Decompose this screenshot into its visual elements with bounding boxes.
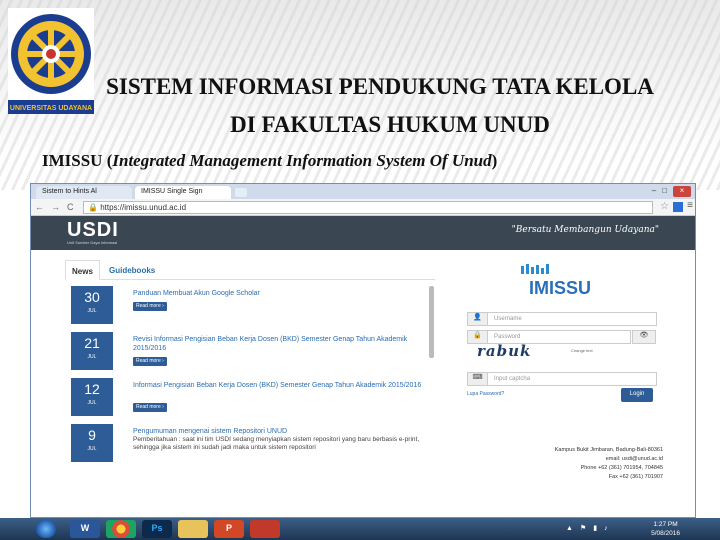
maximize-icon[interactable]: □ [662, 186, 673, 195]
flag-icon[interactable]: ⚑ [580, 525, 593, 532]
browser-tabstrip: Sistem to Hints Al IMISSU Single Sign –□… [31, 184, 695, 199]
change-captcha-link[interactable]: Change text [571, 348, 593, 353]
photoshop-icon[interactable]: Ps [142, 520, 172, 538]
media-app-icon[interactable] [250, 520, 280, 538]
clock-date: 5/08/2016 [651, 530, 680, 537]
contact-address: Kampus Bukit Jimbaran, Badung-Bali-80361… [554, 447, 663, 480]
news-item: 12 JUL Informasi Pengisian Beban Kerja Do… [71, 378, 431, 424]
reload-icon[interactable]: C [67, 202, 74, 212]
slide-subtitle: IMISSU (Integrated Management Informatio… [42, 151, 498, 170]
news-excerpt: Pemberitahuan : saat ini tim USDI sedang… [133, 436, 420, 451]
news-date: 9 JUL [71, 424, 113, 462]
url-text: https://imissu.unud.ac.id [100, 203, 187, 212]
url-field[interactable]: 🔒 https://imissu.unud.ac.id [83, 201, 653, 214]
tab-news[interactable]: News [65, 260, 100, 280]
read-more-button[interactable]: Read more › [133, 403, 167, 412]
captcha-image: rabuk [477, 342, 532, 360]
network-icon[interactable]: ▮ [593, 525, 604, 532]
new-tab-button[interactable] [235, 188, 247, 197]
close-icon[interactable]: × [673, 186, 691, 197]
read-more-button[interactable]: Read more › [133, 357, 167, 366]
system-tray: ▲⚑▮♪ [566, 524, 615, 532]
keyboard-icon: ⌨ [468, 373, 488, 385]
read-more-button[interactable]: Read more › [133, 302, 167, 311]
chrome-icon[interactable] [106, 520, 136, 538]
news-item: 30 JUL Panduan Membuat Akun Google Schola… [71, 286, 431, 332]
news-item: 21 JUL Revisi Informasi Pengisian Beban K… [71, 332, 431, 378]
news-date: 21 JUL [71, 332, 113, 370]
news-tabs: News Guidebooks [65, 260, 435, 280]
news-title[interactable]: Pengumuman mengenai sistem Repositori UN… [133, 427, 423, 436]
username-field[interactable]: 👤 Username [467, 312, 657, 326]
login-button[interactable]: Login [621, 388, 653, 402]
site-motto: "Bersatu Membangun Udayana" [511, 225, 659, 235]
bookmark-star-icon[interactable]: ☆ [660, 201, 669, 212]
news-title[interactable]: Informasi Pengisian Beban Kerja Dosen (B… [133, 381, 423, 390]
captcha-input[interactable]: ⌨ Input captcha [467, 372, 657, 386]
news-scrollbar[interactable] [429, 286, 434, 358]
taskbar-clock[interactable]: 1:27 PM 5/08/2016 [651, 520, 680, 538]
news-date: 30 JUL [71, 286, 113, 324]
volume-icon[interactable]: ♪ [604, 525, 615, 532]
lock-icon: 🔒 [88, 203, 98, 212]
window-controls: –□ × [652, 186, 691, 197]
tab-guidebooks[interactable]: Guidebooks [103, 260, 161, 280]
address-bar-row: ← → C 🔒 https://imissu.unud.ac.id ☆ ≡ [31, 199, 695, 216]
imissu-logo: IMISSU [517, 262, 603, 298]
taskbar: W Ps P ▲⚑▮♪ 1:27 PM 5/08/2016 [0, 518, 720, 540]
minimize-icon[interactable]: – [652, 186, 662, 195]
windows-start-icon[interactable] [36, 520, 56, 538]
powerpoint-icon[interactable]: P [214, 520, 244, 538]
browser-tab-1[interactable]: Sistem to Hints Al [36, 186, 132, 199]
word-icon[interactable]: W [70, 520, 100, 538]
tray-chevron-icon[interactable]: ▲ [566, 525, 580, 532]
file-explorer-icon[interactable] [178, 520, 208, 538]
forgot-password-link[interactable]: Lupa Password? [467, 391, 504, 397]
page-content: News Guidebooks 30 JUL Panduan Membuat Ak… [31, 250, 695, 517]
svg-text:IMISSU: IMISSU [529, 278, 591, 298]
news-title[interactable]: Panduan Membuat Akun Google Scholar [133, 289, 423, 298]
news-date: 12 JUL [71, 378, 113, 416]
news-item: 9 JUL Pengumuman mengenai sistem Reposito… [71, 424, 431, 470]
news-title[interactable]: Revisi Informasi Pengisian Beban Kerja D… [133, 335, 423, 353]
news-list: 30 JUL Panduan Membuat Akun Google Schola… [71, 286, 431, 517]
browser-menu-icon[interactable]: ≡ [687, 200, 693, 211]
usdi-logo[interactable]: USDI [67, 219, 119, 242]
back-icon[interactable]: ← [35, 202, 44, 212]
usdi-subtitle: Unit Sumber Daya Informasi [67, 240, 118, 245]
forward-icon[interactable]: → [51, 202, 60, 212]
browser-window: Sistem to Hints Al IMISSU Single Sign –□… [30, 183, 696, 518]
browser-tab-2[interactable]: IMISSU Single Sign [135, 186, 231, 199]
extension-icon[interactable] [673, 202, 683, 212]
show-password-eye-icon[interactable]: 👁 [632, 330, 656, 344]
user-icon: 👤 [468, 313, 488, 325]
clock-time: 1:27 PM [653, 521, 678, 528]
slide-title-line2: DI FAKULTAS HUKUM UNUD [230, 112, 550, 137]
svg-text:UNIVERSITAS UDAYANA: UNIVERSITAS UDAYANA [10, 105, 92, 112]
slide-title-line1: SISTEM INFORMASI PENDUKUNG TATA KELOLA [106, 74, 654, 99]
site-header: USDI Unit Sumber Daya Informasi "Bersatu… [31, 216, 695, 250]
